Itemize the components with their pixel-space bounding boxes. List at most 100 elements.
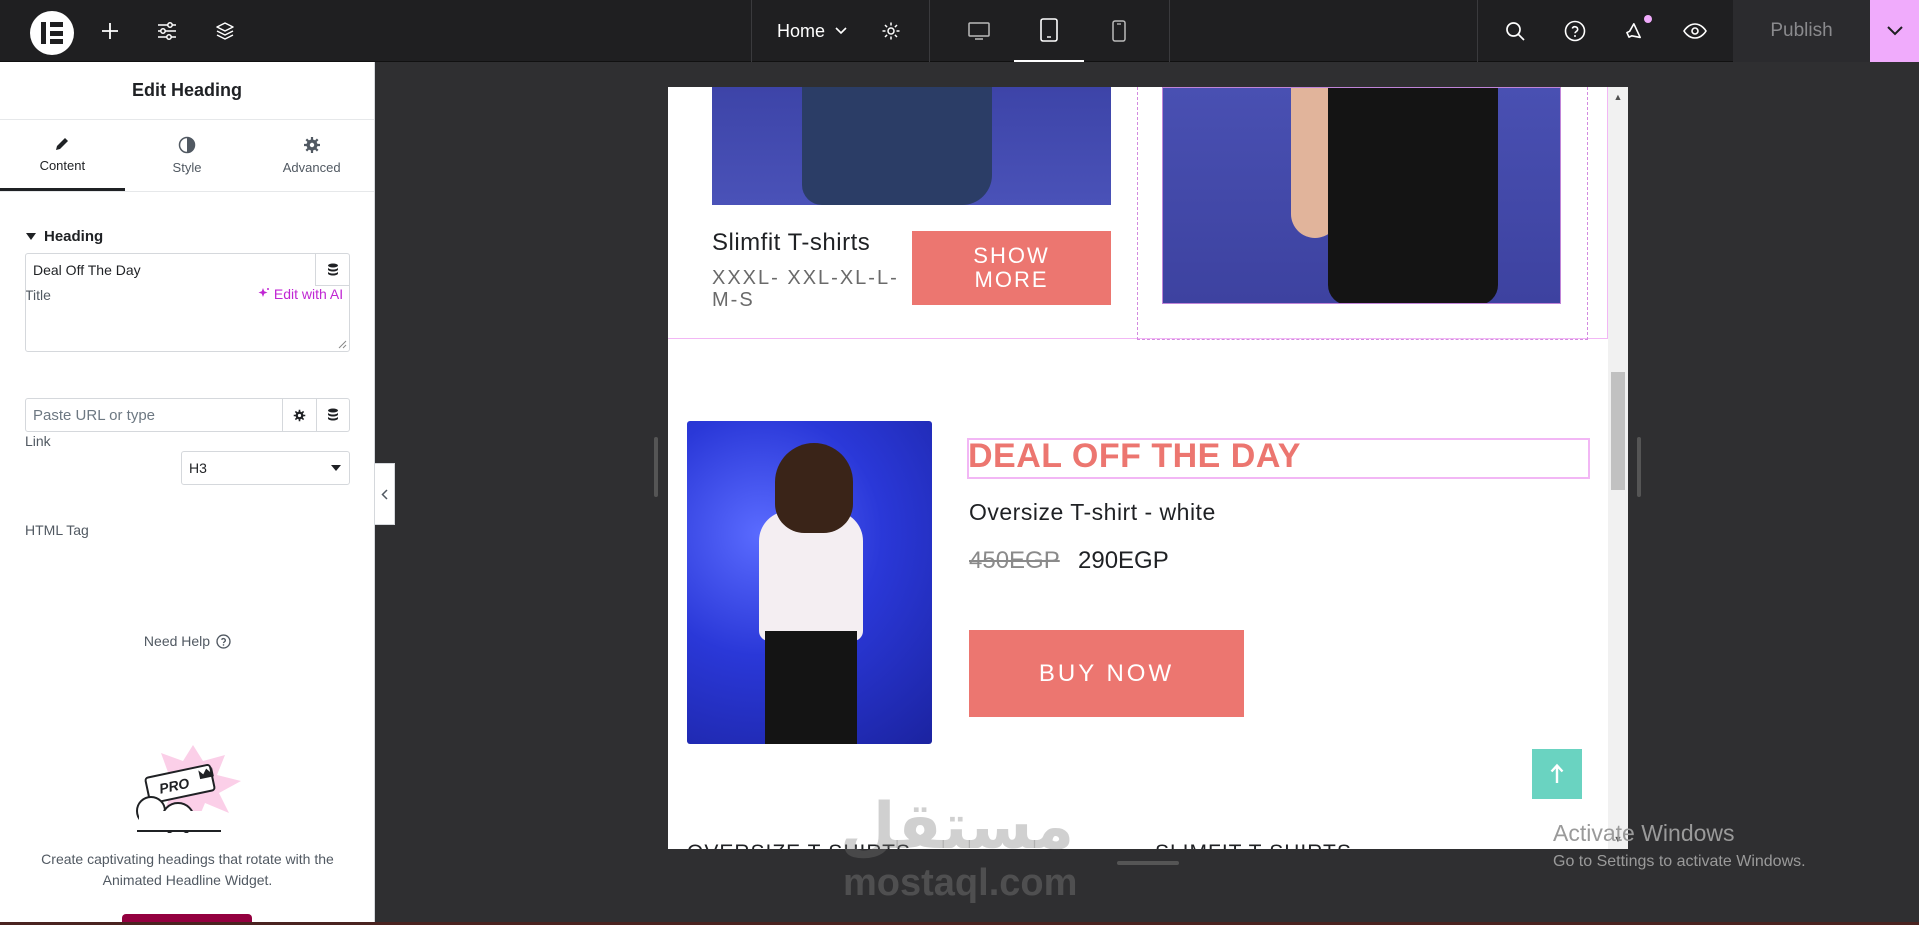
pro-promo-illustration: PRO: [133, 741, 248, 836]
product-sizes: XXXL- XXL-XL-L-M-S: [712, 267, 899, 311]
need-help-label: Need Help: [143, 633, 211, 649]
preview-resize-handle-left[interactable]: [654, 437, 658, 497]
arrow-up-icon: [1550, 763, 1564, 783]
half-circle-icon: [178, 136, 196, 154]
back-to-top-button[interactable]: [1532, 749, 1582, 799]
tablet-icon: [1040, 18, 1058, 42]
panel-title: Edit Heading: [0, 62, 374, 120]
html-tag-label: HTML Tag: [25, 522, 89, 538]
buy-now-button[interactable]: BUY NOW: [969, 630, 1244, 717]
product-image-black: [1162, 87, 1561, 304]
database-icon: [327, 408, 338, 421]
tab-label: Style: [172, 160, 202, 175]
chevron-left-icon: [381, 488, 388, 500]
watermark-logo-arabic: مستقل: [840, 790, 1075, 864]
promo-description: Create captivating headings that rotate …: [41, 851, 334, 888]
tab-content[interactable]: Content: [0, 120, 125, 191]
hair-shape: [775, 443, 853, 533]
device-desktop-button[interactable]: [950, 0, 1008, 62]
need-help-link[interactable]: Need Help: [0, 633, 375, 649]
editor-topbar: Home Publish: [0, 0, 1919, 62]
finder-button[interactable]: [1486, 0, 1544, 62]
tab-label: Content: [39, 157, 86, 173]
device-tablet-button[interactable]: [1014, 0, 1084, 62]
publish-options-button[interactable]: [1870, 0, 1919, 62]
layers-icon: [216, 22, 234, 40]
category-title-slimfit: SLIMFIT T-SHIRTS: [1155, 841, 1352, 849]
tab-style[interactable]: Style: [125, 120, 250, 191]
title-textarea[interactable]: Deal Off The Day: [25, 253, 350, 352]
eye-icon: [1683, 23, 1707, 39]
gear-icon: [882, 22, 900, 40]
question-circle-icon: [1564, 20, 1586, 42]
megaphone-icon: [1626, 23, 1641, 39]
show-more-label: SHOW MORE: [973, 243, 1050, 292]
site-settings-button[interactable]: [138, 0, 196, 62]
gear-icon: [303, 137, 320, 153]
gear-icon: [293, 409, 306, 421]
new-price: 290EGP: [1078, 547, 1169, 574]
html-tag-select[interactable]: H3: [181, 451, 350, 485]
chevron-down-icon: [1886, 26, 1903, 36]
chevron-down-icon: [835, 27, 847, 35]
notification-dot: [1644, 15, 1652, 23]
structure-button[interactable]: [196, 0, 254, 62]
question-circle-icon: [216, 633, 231, 649]
pro-badge-icon: PRO: [136, 745, 241, 836]
old-price: 450EGP: [969, 547, 1060, 574]
activate-windows-subtitle: Go to Settings to activate Windows.: [1553, 853, 1806, 870]
help-button[interactable]: [1546, 0, 1604, 62]
desktop-icon: [968, 22, 990, 40]
caret-down-icon: [331, 465, 341, 471]
black-outfit-shape: [1328, 88, 1498, 303]
add-element-button[interactable]: [81, 0, 139, 62]
whats-new-button[interactable]: [1606, 0, 1664, 62]
dynamic-tags-button[interactable]: [315, 254, 349, 286]
show-more-button[interactable]: SHOW MORE: [912, 231, 1111, 305]
deal-heading[interactable]: DEAL OFF THE DAY: [968, 437, 1301, 476]
section-heading-toggle[interactable]: Heading: [0, 228, 374, 245]
product-image-slimfit: [712, 87, 1111, 205]
collapse-panel-button[interactable]: [375, 463, 395, 525]
link-url-input[interactable]: Paste URL or type: [25, 398, 283, 432]
page-settings-button[interactable]: [862, 0, 920, 62]
tab-advanced[interactable]: Advanced: [249, 120, 374, 191]
watermark-logo-url: mostaql.com: [843, 862, 1078, 904]
page-name: Home: [776, 20, 825, 41]
elementor-logo-icon: [41, 22, 63, 44]
preview-canvas: Slimfit T-shirts XXXL- XXL-XL-L-M-S SHOW…: [668, 87, 1628, 849]
plus-icon: [102, 23, 118, 39]
bottom-drag-handle[interactable]: [1117, 861, 1179, 865]
topbar-divider: [1169, 0, 1170, 62]
caret-down-icon: [26, 232, 36, 240]
page-selector[interactable]: Home: [752, 0, 872, 62]
deal-product-image: [687, 421, 932, 744]
search-icon: [1506, 22, 1525, 41]
topbar-divider: [1477, 0, 1478, 62]
device-mobile-button[interactable]: [1090, 0, 1148, 62]
black-pants-shape: [765, 631, 857, 744]
preview-button[interactable]: [1666, 0, 1724, 62]
sliders-icon: [158, 22, 176, 40]
product-title-slimfit: Slimfit T-shirts: [712, 229, 871, 256]
link-label: Link: [25, 433, 51, 449]
section-title: Heading: [44, 228, 104, 245]
panel-tabs: Content Style Advanced: [0, 120, 374, 192]
resize-grip-icon[interactable]: [338, 340, 347, 349]
preview-scrollbar-thumb[interactable]: [1611, 372, 1625, 490]
database-icon: [327, 263, 338, 275]
publish-button[interactable]: Publish: [1733, 0, 1870, 62]
html-tag-value: H3: [189, 460, 207, 476]
jeans-shape: [802, 87, 992, 205]
elementor-logo-button[interactable]: [30, 11, 74, 55]
link-options-button[interactable]: [283, 398, 317, 432]
preview-resize-handle-right[interactable]: [1637, 437, 1641, 497]
tab-label: Advanced: [282, 160, 341, 175]
activate-windows-title: Activate Windows: [1553, 820, 1735, 846]
link-dynamic-tags-button[interactable]: [316, 398, 350, 432]
pencil-icon: [56, 137, 69, 150]
mobile-icon: [1112, 20, 1126, 42]
deal-product-name: Oversize T-shirt - white: [969, 499, 1216, 525]
title-value: Deal Off The Day: [33, 262, 141, 278]
scroll-up-arrow-icon[interactable]: ▲: [1611, 90, 1625, 104]
